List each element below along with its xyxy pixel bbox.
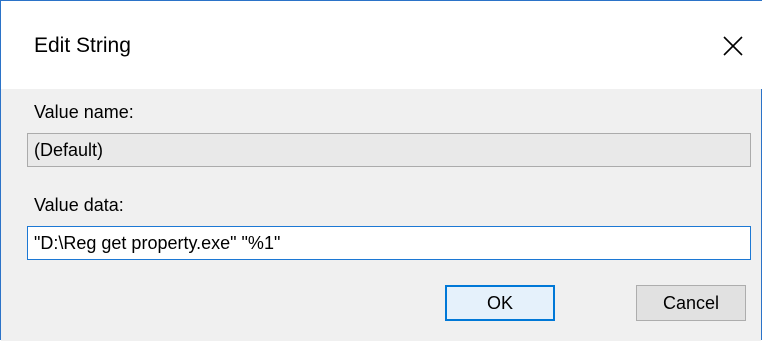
close-icon bbox=[723, 36, 743, 56]
title-bar: Edit String bbox=[1, 1, 762, 89]
dialog-title: Edit String bbox=[34, 34, 131, 57]
ok-button[interactable]: OK bbox=[445, 285, 555, 321]
dialog-body: Value name: (Default) Value data: "D:\Re… bbox=[1, 89, 761, 341]
value-name-field: (Default) bbox=[27, 133, 751, 167]
value-name-label: Value name: bbox=[34, 102, 134, 122]
close-button[interactable] bbox=[710, 23, 756, 69]
value-data-input[interactable]: "D:\Reg get property.exe" "%1" bbox=[27, 226, 751, 260]
edit-string-dialog: Edit String Value name: (Default) Value … bbox=[0, 0, 762, 341]
cancel-button[interactable]: Cancel bbox=[636, 285, 746, 321]
value-data-label: Value data: bbox=[34, 195, 124, 215]
